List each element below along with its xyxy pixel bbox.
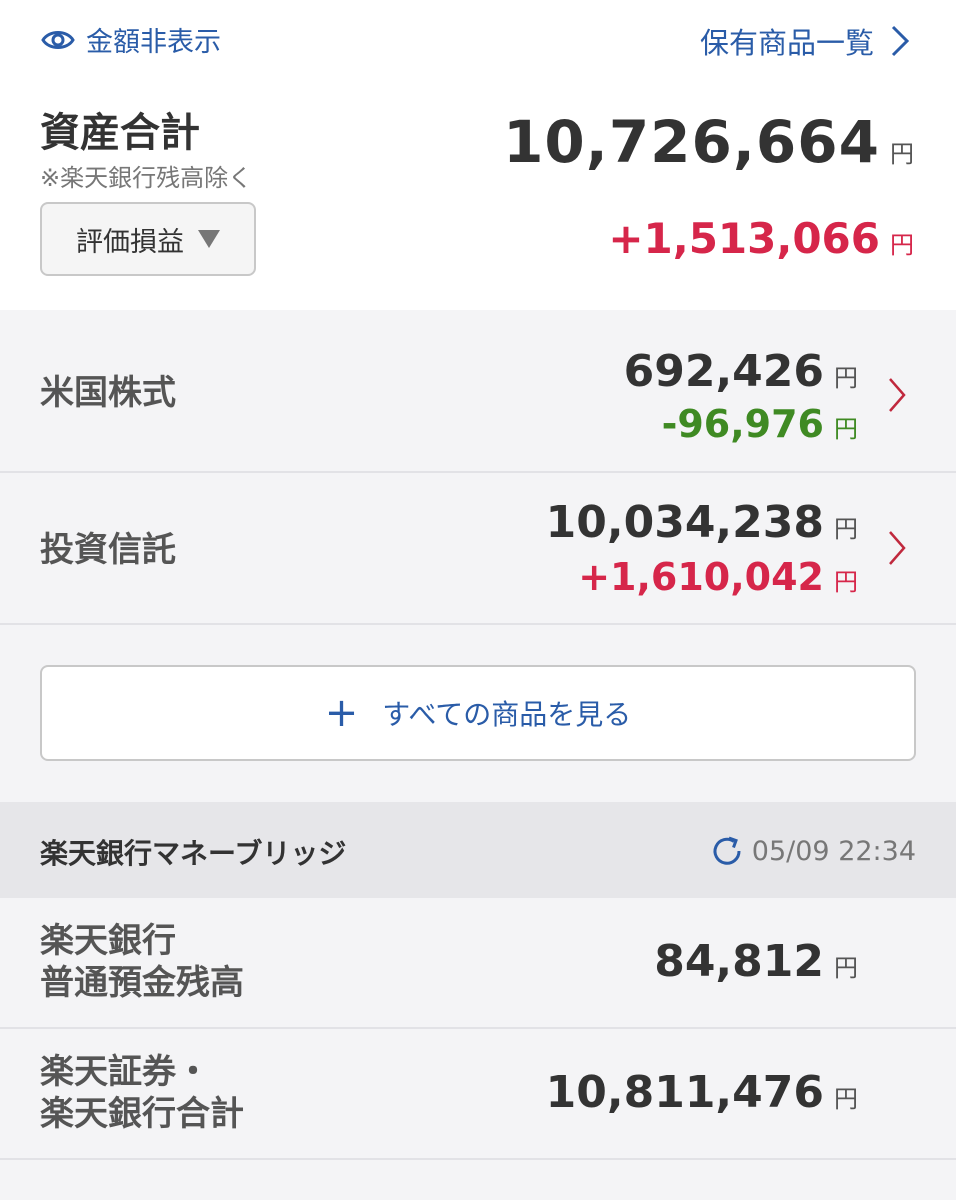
combined-total-value: 10,811,476 円 xyxy=(546,1067,858,1118)
holding-value: 692,426 円 xyxy=(624,346,858,397)
total-gain-amount: +1,513,066 xyxy=(608,214,880,263)
holdings-list-link[interactable]: 保有商品一覧 xyxy=(700,20,912,62)
currency-label: 円 xyxy=(890,140,914,168)
holding-change: -96,976 円 xyxy=(662,402,858,446)
total-assets-amount: 10,726,664 xyxy=(503,108,880,176)
holding-row-mutual-funds[interactable]: 投資信託 10,034,238 円 +1,610,042 円 xyxy=(0,473,956,625)
currency-label: 円 xyxy=(834,568,858,596)
currency-label: 円 xyxy=(834,954,858,982)
hide-amounts-label: 金額非表示 xyxy=(86,27,221,58)
currency-label: 円 xyxy=(834,515,858,543)
currency-label: 円 xyxy=(834,1085,858,1113)
total-assets-note: ※楽天銀行残高除く xyxy=(40,164,253,192)
total-gain-value: +1,513,066 円 xyxy=(608,214,914,263)
pl-type-select[interactable]: 評価損益 xyxy=(40,202,256,276)
combined-total-row: 楽天証券・ 楽天銀行合計 10,811,476 円 xyxy=(0,1029,956,1160)
currency-label: 円 xyxy=(834,415,858,443)
holding-value-amount: 692,426 xyxy=(623,346,824,397)
dropdown-caret-icon xyxy=(198,230,220,248)
total-assets-title: 資産合計 xyxy=(40,110,200,156)
combined-total-label-line2: 楽天銀行合計 xyxy=(40,1094,244,1134)
currency-label: 円 xyxy=(890,231,914,259)
view-all-products-button[interactable]: + すべての商品を見る xyxy=(40,665,916,761)
bank-balance-label: 楽天銀行 普通預金残高 xyxy=(40,920,244,1004)
hide-amounts-toggle[interactable]: 金額非表示 xyxy=(40,20,221,59)
asset-summary-panel: 金額非表示 保有商品一覧 資産合計 ※楽天銀行残高除く 10,726,664 円… xyxy=(0,0,956,310)
holding-change-amount: -96,976 xyxy=(661,402,824,446)
holding-change: +1,610,042 円 xyxy=(578,555,858,599)
holding-label: 米国株式 xyxy=(40,373,176,413)
holding-value: 10,034,238 円 xyxy=(546,497,858,548)
holding-value-amount: 10,034,238 xyxy=(545,497,824,548)
bank-balance-label-line1: 楽天銀行 xyxy=(40,921,176,961)
bank-balance-label-line2: 普通預金残高 xyxy=(40,963,244,1003)
holding-label: 投資信託 xyxy=(40,530,176,570)
chevron-right-icon xyxy=(889,378,906,412)
money-bridge-header: 楽天銀行マネーブリッジ 05/09 22:34 xyxy=(0,802,956,898)
currency-label: 円 xyxy=(834,364,858,392)
plus-icon: + xyxy=(324,690,359,736)
last-updated-timestamp: 05/09 22:34 xyxy=(751,836,916,867)
holding-row-us-stocks[interactable]: 米国株式 692,426 円 -96,976 円 xyxy=(0,310,956,473)
combined-total-amount: 10,811,476 xyxy=(545,1067,824,1118)
chevron-right-icon xyxy=(889,531,906,565)
money-bridge-title: 楽天銀行マネーブリッジ xyxy=(40,837,347,870)
holding-change-amount: +1,610,042 xyxy=(578,555,824,599)
eye-icon xyxy=(41,30,75,49)
view-all-products-label: すべての商品を見る xyxy=(382,698,632,731)
combined-total-label-line1: 楽天証券・ xyxy=(40,1052,210,1092)
bank-balance-row: 楽天銀行 普通預金残高 84,812 円 xyxy=(0,898,956,1029)
holdings-list-label: 保有商品一覧 xyxy=(699,26,874,60)
combined-total-label: 楽天証券・ 楽天銀行合計 xyxy=(40,1051,244,1135)
pl-type-label: 評価損益 xyxy=(76,226,184,258)
refresh-icon[interactable] xyxy=(708,832,746,870)
total-assets-value: 10,726,664 円 xyxy=(503,108,914,176)
chevron-right-icon xyxy=(891,25,910,57)
bank-balance-value: 84,812 円 xyxy=(654,936,858,987)
bank-balance-amount: 84,812 xyxy=(654,936,824,987)
